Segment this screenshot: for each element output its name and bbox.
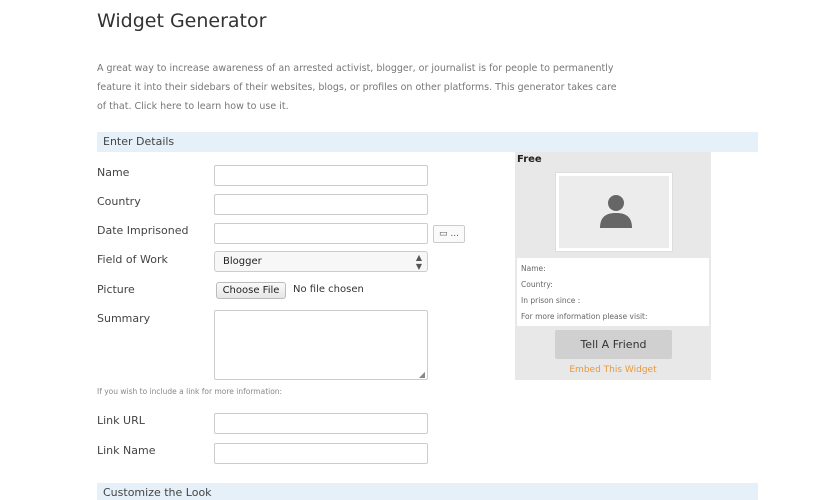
profile-photo-frame — [555, 172, 673, 252]
widget-preview: Free Name: Country: In prison since : Fo… — [515, 152, 711, 380]
field-of-work-select[interactable]: Blogger ▲ ▼ — [214, 251, 428, 272]
widget-status-label: Free — [517, 154, 542, 165]
country-input[interactable] — [214, 194, 428, 215]
summary-textarea[interactable]: ◢ — [214, 310, 428, 380]
field-of-work-value: Blogger — [223, 256, 262, 267]
link-hint-text: If you wish to include a link for more i… — [97, 387, 283, 396]
calendar-button[interactable]: ▭ ... — [433, 225, 465, 243]
profile-photo-placeholder — [559, 176, 669, 248]
widget-country-line: Country: — [521, 280, 553, 289]
link-url-label: Link URL — [97, 414, 145, 427]
updown-arrows-icon: ▲ ▼ — [415, 253, 422, 271]
summary-label: Summary — [97, 312, 151, 325]
section-customize-look: Customize the Look — [97, 483, 758, 500]
widget-prison-line: In prison since : — [521, 296, 581, 305]
section-enter-details: Enter Details — [97, 132, 758, 152]
name-label: Name — [97, 166, 130, 179]
link-name-label: Link Name — [97, 444, 156, 457]
date-imprisoned-input[interactable] — [214, 223, 428, 244]
page-title: Widget Generator — [97, 10, 267, 32]
intro-text: A great way to increase awareness of an … — [97, 63, 617, 112]
link-name-input[interactable] — [214, 443, 428, 464]
date-imprisoned-label: Date Imprisoned — [97, 224, 189, 237]
widget-more-info-line: For more information please visit: — [521, 312, 648, 321]
widget-name-line: Name: — [521, 264, 546, 273]
field-of-work-label: Field of Work — [97, 253, 168, 266]
tell-a-friend-button[interactable]: Tell A Friend — [555, 330, 672, 359]
resize-grip-icon[interactable]: ◢ — [419, 370, 425, 379]
link-url-input[interactable] — [214, 413, 428, 434]
country-label: Country — [97, 195, 141, 208]
file-status-text: No file chosen — [293, 284, 364, 295]
widget-info-box: Name: Country: In prison since : For mor… — [517, 258, 709, 326]
embed-widget-link[interactable]: Embed This Widget — [515, 365, 711, 375]
choose-file-button[interactable]: Choose File — [216, 282, 286, 299]
person-silhouette-icon — [600, 195, 632, 228]
picture-label: Picture — [97, 283, 135, 296]
name-input[interactable] — [214, 165, 428, 186]
calendar-icon: ▭ ... — [439, 229, 459, 239]
